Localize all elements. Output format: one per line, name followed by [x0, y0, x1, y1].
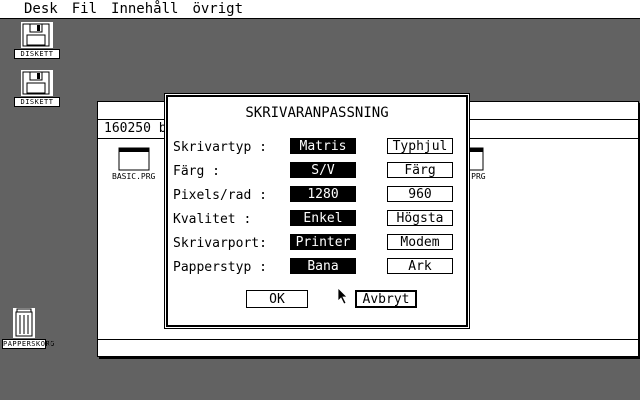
file-basic[interactable]: BASIC.PRG	[112, 146, 155, 181]
menu-bar: Desk Fil Innehåll övrigt	[0, 0, 640, 19]
option-farg[interactable]: Färg	[387, 162, 453, 178]
option-typhjul[interactable]: Typhjul	[387, 138, 453, 154]
file-basic-name: BASIC.PRG	[112, 172, 156, 181]
trash-icon	[13, 308, 35, 338]
option-hogsta[interactable]: Högsta	[387, 210, 453, 226]
option-1280[interactable]: 1280	[290, 186, 356, 202]
option-bana[interactable]: Bana	[290, 258, 356, 274]
row-label: Färg :	[173, 164, 220, 179]
disk-icon-a[interactable]: DISKETT	[14, 22, 60, 59]
file-prg-name: .PRG	[466, 172, 486, 181]
trash-label: PAPPERSKORG	[2, 339, 55, 349]
option-enkel[interactable]: Enkel	[290, 210, 356, 226]
option-printer[interactable]: Printer	[290, 234, 356, 250]
cancel-button[interactable]: Avbryt	[355, 290, 417, 308]
row-label: Pixels/rad :	[173, 188, 267, 203]
floppy-icon	[21, 70, 53, 96]
disk-icon-b[interactable]: DISKETT	[14, 70, 60, 107]
program-icon	[118, 147, 150, 171]
row-label: Papperstyp :	[173, 260, 267, 275]
option-sv[interactable]: S/V	[290, 162, 356, 178]
disk-b-label: DISKETT	[14, 97, 60, 107]
menu-ovrigt[interactable]: övrigt	[185, 0, 250, 18]
option-ark[interactable]: Ark	[387, 258, 453, 274]
dialog-title: SKRIVARANPASSNING	[245, 105, 389, 121]
menu-fil[interactable]: Fil	[65, 0, 104, 18]
option-960[interactable]: 960	[387, 186, 453, 202]
floppy-icon	[21, 22, 53, 48]
printer-setup-dialog: SKRIVARANPASSNING Skrivartyp : Matris Ty…	[166, 95, 468, 327]
file-prg[interactable]: .PRG	[466, 146, 486, 181]
trash-icon-item[interactable]: PAPPERSKORG	[2, 308, 55, 349]
ok-button[interactable]: OK	[246, 290, 308, 308]
option-matris[interactable]: Matris	[290, 138, 356, 154]
option-modem[interactable]: Modem	[387, 234, 453, 250]
row-label: Skrivarport:	[173, 236, 267, 251]
row-label: Kvalitet :	[173, 212, 252, 227]
program-icon	[466, 147, 484, 171]
mouse-pointer-icon	[337, 287, 348, 305]
menu-desk[interactable]: Desk	[0, 0, 65, 18]
bytes-used-text: 160250 b	[104, 121, 167, 136]
menu-innehall[interactable]: Innehåll	[104, 0, 185, 18]
disk-a-label: DISKETT	[14, 49, 60, 59]
horizontal-scrollbar[interactable]	[98, 339, 638, 356]
row-label: Skrivartyp :	[173, 140, 267, 155]
